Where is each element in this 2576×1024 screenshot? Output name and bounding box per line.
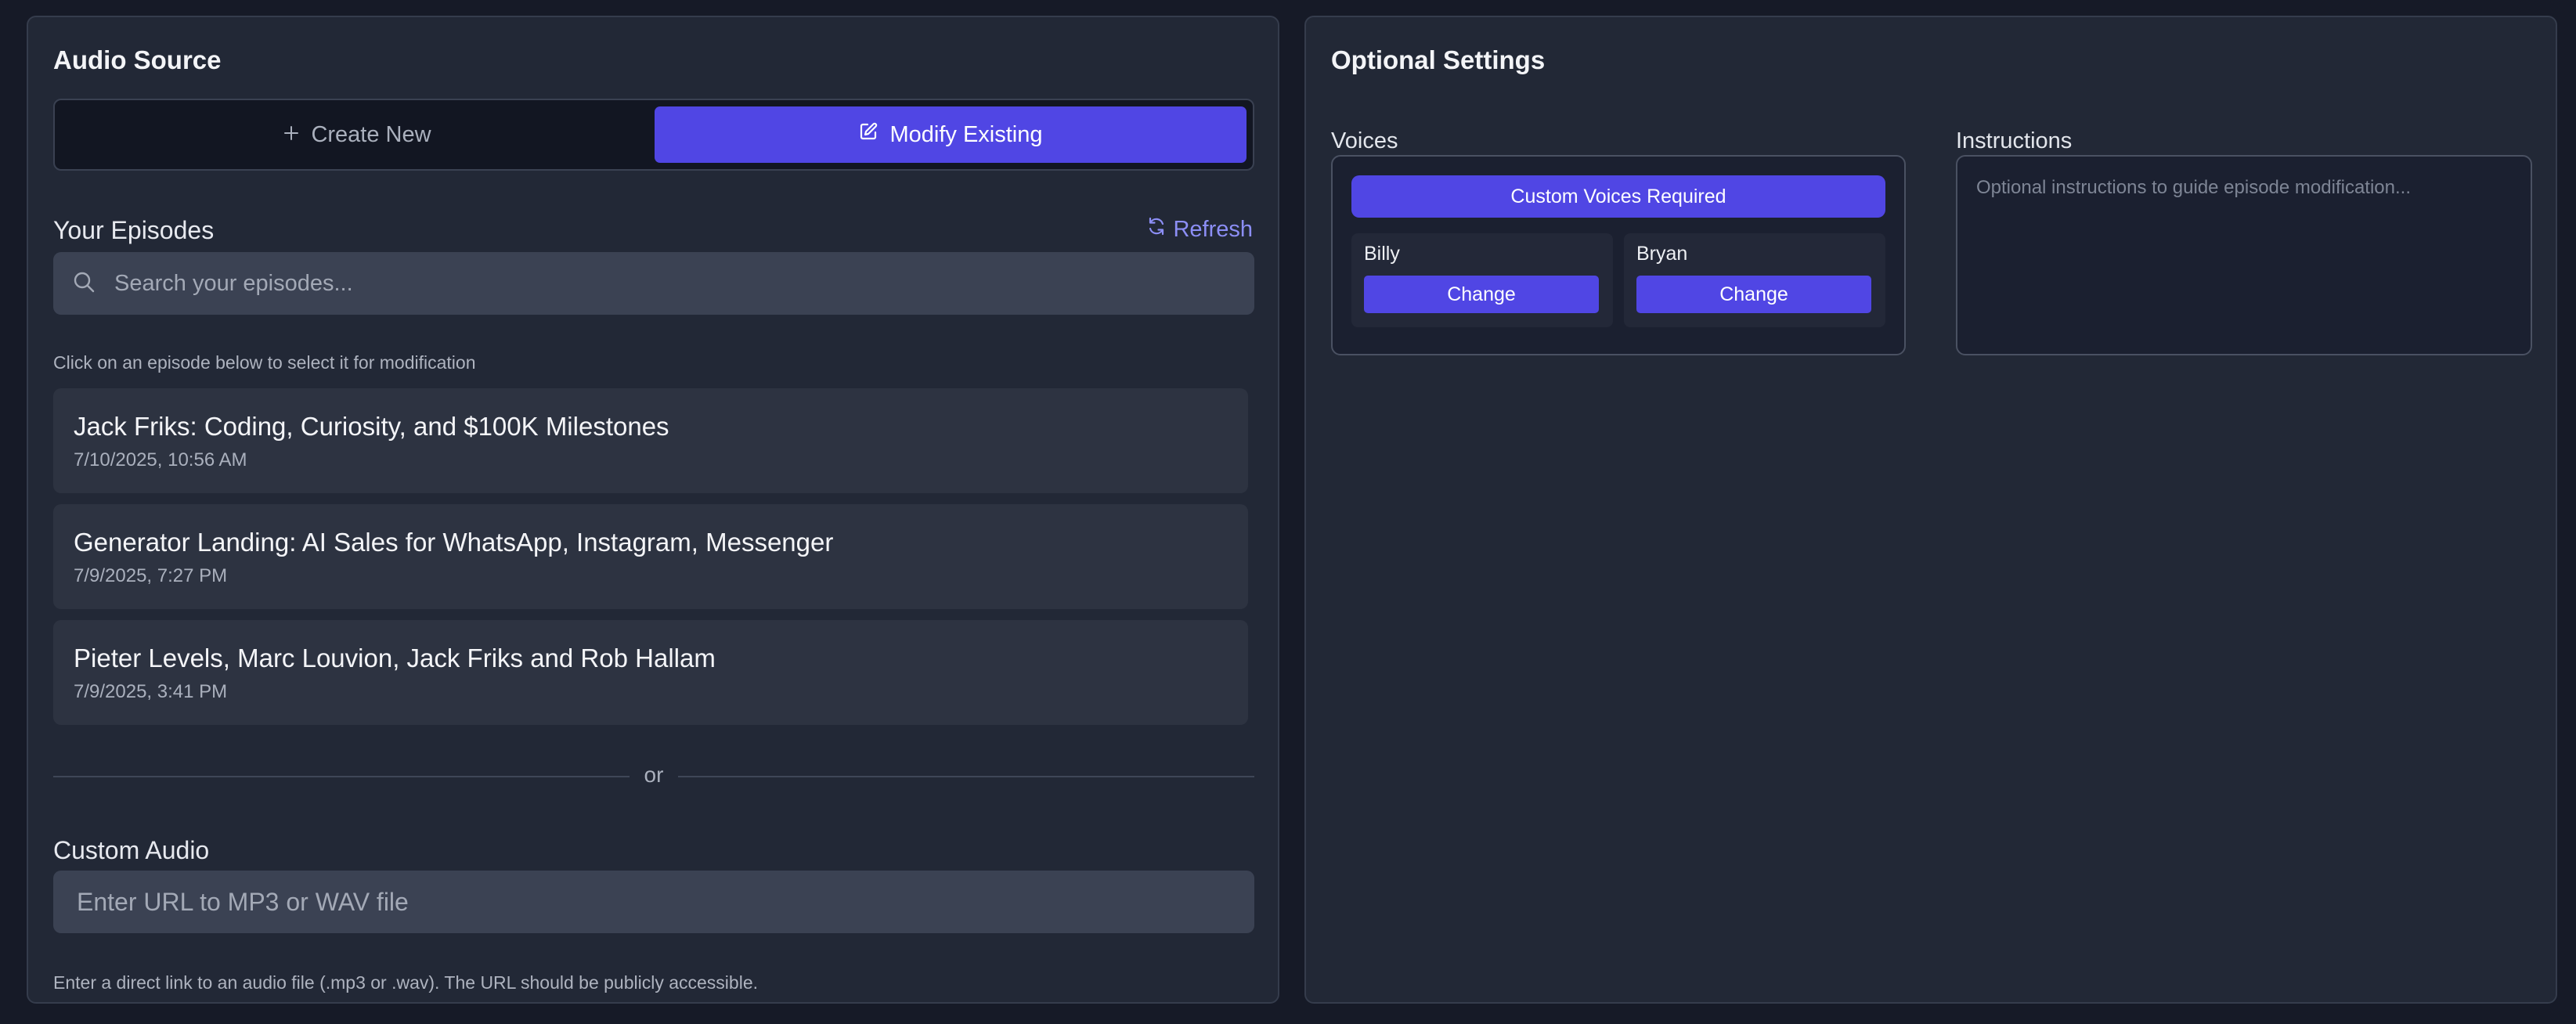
voice-card: Bryan Change (1624, 233, 1885, 327)
episode-title: Generator Landing: AI Sales for WhatsApp… (74, 528, 834, 557)
change-voice-button[interactable]: Change (1636, 276, 1871, 313)
divider-line (678, 776, 1254, 777)
custom-audio-hint: Enter a direct link to an audio file (.m… (53, 972, 758, 993)
episode-date: 7/9/2025, 7:27 PM (74, 565, 228, 586)
instructions-textarea[interactable] (1956, 155, 2532, 355)
episode-date: 7/9/2025, 3:41 PM (74, 681, 228, 702)
voice-name: Billy (1364, 243, 1400, 265)
or-divider: or (53, 763, 1254, 791)
search-input[interactable] (113, 269, 1209, 297)
refresh-label: Refresh (1173, 216, 1253, 242)
search-icon (72, 270, 96, 297)
audio-source-panel: Audio Source Create New Modify Existing … (27, 16, 1279, 1004)
voices-box: Custom Voices Required Billy Change Brya… (1331, 155, 1906, 355)
edit-icon (858, 121, 879, 148)
optional-settings-panel: Optional Settings Voices Custom Voices R… (1304, 16, 2557, 1004)
instructions-label: Instructions (1956, 128, 2073, 153)
create-new-label: Create New (311, 121, 431, 147)
refresh-button[interactable]: Refresh (1146, 216, 1253, 243)
voices-label: Voices (1331, 128, 1398, 153)
source-mode-toggle: Create New Modify Existing (53, 99, 1254, 171)
episode-title: Pieter Levels, Marc Louvion, Jack Friks … (74, 644, 716, 672)
audio-source-title: Audio Source (53, 45, 222, 74)
custom-voices-required-button[interactable]: Custom Voices Required (1351, 175, 1885, 218)
episode-title: Jack Friks: Coding, Curiosity, and $100K… (74, 412, 669, 441)
create-new-button[interactable]: Create New (61, 106, 653, 163)
voice-card: Billy Change (1351, 233, 1613, 327)
modify-existing-label: Modify Existing (889, 121, 1043, 147)
episode-item[interactable]: Pieter Levels, Marc Louvion, Jack Friks … (53, 620, 1248, 725)
episode-item[interactable]: Generator Landing: AI Sales for WhatsApp… (53, 504, 1248, 609)
episode-search (53, 252, 1254, 315)
modify-existing-button[interactable]: Modify Existing (655, 106, 1247, 163)
custom-audio-heading: Custom Audio (53, 836, 210, 864)
episode-item[interactable]: Jack Friks: Coding, Curiosity, and $100K… (53, 388, 1248, 493)
optional-settings-title: Optional Settings (1331, 45, 1546, 74)
audio-url-input[interactable] (53, 871, 1254, 933)
change-voice-button[interactable]: Change (1364, 276, 1599, 313)
episode-date: 7/10/2025, 10:56 AM (74, 449, 247, 471)
divider-text: or (644, 763, 664, 787)
refresh-icon (1146, 216, 1167, 243)
your-episodes-heading: Your Episodes (53, 216, 215, 244)
voice-name: Bryan (1636, 243, 1688, 265)
plus-icon (283, 122, 300, 148)
episode-select-hint: Click on an episode below to select it f… (53, 352, 476, 373)
